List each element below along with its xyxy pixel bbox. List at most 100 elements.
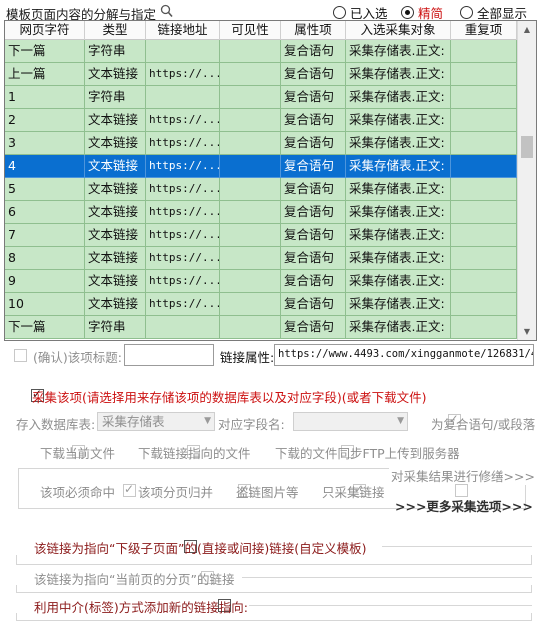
- title-input[interactable]: [124, 344, 214, 366]
- table-cell[interactable]: 字符串: [85, 316, 146, 339]
- table-cell[interactable]: [220, 40, 281, 63]
- table-cell[interactable]: 文本链接: [85, 155, 146, 178]
- table-cell[interactable]: 采集存储表.正文:: [346, 40, 451, 63]
- table-cell[interactable]: [220, 293, 281, 316]
- table-cell[interactable]: [220, 270, 281, 293]
- link-attr-input[interactable]: https://www.4493.com/xingganmote/126831/…: [274, 344, 534, 366]
- table-cell[interactable]: https://...: [146, 155, 220, 178]
- table-cell[interactable]: 复合语句: [281, 247, 346, 270]
- table-cell[interactable]: 文本链接: [85, 132, 146, 155]
- table-cell[interactable]: 复合语句: [281, 63, 346, 86]
- table-cell[interactable]: 复合语句: [281, 86, 346, 109]
- column-header[interactable]: 重复项: [451, 21, 517, 40]
- table-cell[interactable]: 复合语句: [281, 155, 346, 178]
- table-cell[interactable]: [451, 201, 517, 224]
- scroll-down-icon[interactable]: ▼: [518, 323, 536, 340]
- table-cell[interactable]: 采集存储表.正文:: [346, 293, 451, 316]
- table-cell[interactable]: [220, 155, 281, 178]
- table-cell[interactable]: 采集存储表.正文:: [346, 224, 451, 247]
- table-cell[interactable]: 上一篇: [5, 63, 85, 86]
- table-cell[interactable]: [146, 40, 220, 63]
- table-cell[interactable]: 字符串: [85, 86, 146, 109]
- table-cell[interactable]: https://...: [146, 178, 220, 201]
- table-cell[interactable]: https://...: [146, 63, 220, 86]
- table-cell[interactable]: [220, 178, 281, 201]
- table-cell[interactable]: 复合语句: [281, 224, 346, 247]
- table-cell[interactable]: 文本链接: [85, 247, 146, 270]
- confirm-title-checkbox[interactable]: [14, 349, 27, 362]
- table-cell[interactable]: [451, 178, 517, 201]
- table-row[interactable]: 3 文本链接 https://... 复合语句 采集存储表.正文:: [5, 132, 517, 155]
- table-cell[interactable]: 采集存储表.正文:: [346, 201, 451, 224]
- table-cell[interactable]: 7: [5, 224, 85, 247]
- radio-button[interactable]: [401, 6, 414, 19]
- must-hit-checkbox[interactable]: [122, 482, 136, 497]
- table-cell[interactable]: 5: [5, 178, 85, 201]
- table-row[interactable]: 下一篇 字符串 复合语句 采集存储表.正文:: [5, 40, 517, 63]
- table-cell[interactable]: https://...: [146, 293, 220, 316]
- table-cell[interactable]: [451, 316, 517, 339]
- table-cell[interactable]: 采集存储表.正文:: [346, 132, 451, 155]
- table-cell[interactable]: 6: [5, 201, 85, 224]
- table-cell[interactable]: 复合语句: [281, 40, 346, 63]
- table-cell[interactable]: 文本链接: [85, 224, 146, 247]
- table-cell[interactable]: [220, 132, 281, 155]
- table-cell[interactable]: [451, 247, 517, 270]
- table-row[interactable]: 2 文本链接 https://... 复合语句 采集存储表.正文:: [5, 109, 517, 132]
- table-cell[interactable]: 文本链接: [85, 201, 146, 224]
- scroll-thumb[interactable]: [521, 136, 533, 158]
- table-cell[interactable]: [220, 316, 281, 339]
- table-row[interactable]: 9 文本链接 https://... 复合语句 采集存储表.正文:: [5, 270, 517, 293]
- table-cell[interactable]: 2: [5, 109, 85, 132]
- table-cell[interactable]: 1: [5, 86, 85, 109]
- table-cell[interactable]: [451, 86, 517, 109]
- search-icon[interactable]: [160, 4, 173, 18]
- table-cell[interactable]: 采集存储表.正文:: [346, 63, 451, 86]
- scroll-up-icon[interactable]: ▲: [518, 21, 536, 38]
- table-cell[interactable]: [220, 109, 281, 132]
- table-row[interactable]: 5 文本链接 https://... 复合语句 采集存储表.正文:: [5, 178, 517, 201]
- table-cell[interactable]: [220, 247, 281, 270]
- table-cell[interactable]: 3: [5, 132, 85, 155]
- table-cell[interactable]: [451, 40, 517, 63]
- table-cell[interactable]: [451, 63, 517, 86]
- table-cell[interactable]: 9: [5, 270, 85, 293]
- table-cell[interactable]: 复合语句: [281, 178, 346, 201]
- table-cell[interactable]: https://...: [146, 270, 220, 293]
- radio-button[interactable]: [333, 6, 346, 19]
- refine-results-link[interactable]: 对采集结果进行修缮>>>: [389, 466, 537, 485]
- table-cell[interactable]: [220, 63, 281, 86]
- table-cell[interactable]: 文本链接: [85, 293, 146, 316]
- table-cell[interactable]: 下一篇: [5, 316, 85, 339]
- table-row[interactable]: 下一篇 字符串 复合语句 采集存储表.正文:: [5, 316, 517, 339]
- table-cell[interactable]: [451, 109, 517, 132]
- table-cell[interactable]: 采集存储表.正文:: [346, 86, 451, 109]
- column-header[interactable]: 可见性: [220, 21, 281, 40]
- table-cell[interactable]: https://...: [146, 132, 220, 155]
- table-cell[interactable]: 10: [5, 293, 85, 316]
- table-row[interactable]: 4 文本链接 https://... 复合语句 采集存储表.正文:: [5, 155, 517, 178]
- table-cell[interactable]: [451, 155, 517, 178]
- table-row[interactable]: 8 文本链接 https://... 复合语句 采集存储表.正文:: [5, 247, 517, 270]
- radio-button[interactable]: [460, 6, 473, 19]
- table-cell[interactable]: [220, 224, 281, 247]
- table-cell[interactable]: 复合语句: [281, 201, 346, 224]
- table-cell[interactable]: 复合语句: [281, 270, 346, 293]
- table-cell[interactable]: 采集存储表.正文:: [346, 316, 451, 339]
- table-cell[interactable]: 采集存储表.正文:: [346, 247, 451, 270]
- column-header[interactable]: 类型: [85, 21, 146, 40]
- table-cell[interactable]: 4: [5, 155, 85, 178]
- column-header[interactable]: 链接地址: [146, 21, 220, 40]
- table-cell[interactable]: 采集存储表.正文:: [346, 109, 451, 132]
- db-table-select[interactable]: 采集存储表 ▼: [97, 412, 215, 431]
- column-header[interactable]: 入选采集对象: [346, 21, 451, 40]
- table-cell[interactable]: https://...: [146, 109, 220, 132]
- table-cell[interactable]: 文本链接: [85, 109, 146, 132]
- table-cell[interactable]: https://...: [146, 224, 220, 247]
- table-row[interactable]: 6 文本链接 https://... 复合语句 采集存储表.正文:: [5, 201, 517, 224]
- table-cell[interactable]: [220, 86, 281, 109]
- table-cell[interactable]: [451, 132, 517, 155]
- table-cell[interactable]: 采集存储表.正文:: [346, 178, 451, 201]
- table-cell[interactable]: [451, 270, 517, 293]
- table-cell[interactable]: https://...: [146, 201, 220, 224]
